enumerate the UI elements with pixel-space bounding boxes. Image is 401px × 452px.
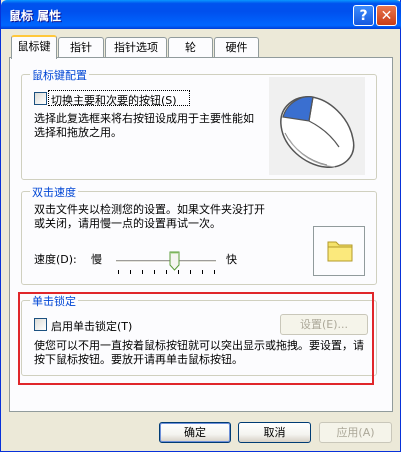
tab-buttons[interactable]: 鼠标键 [11,35,57,59]
slow-label: 慢 [91,253,102,266]
tab-hardware[interactable]: 硬件 [214,37,259,58]
help-icon: ? [359,8,368,24]
tab-pointer-options-label: 指针选项 [114,41,158,54]
button-config-title: 鼠标键配置 [30,67,89,83]
folder-icon [327,241,353,262]
click-lock-checkbox[interactable] [34,318,47,331]
speed-slider-thumb[interactable] [169,251,180,271]
click-lock-title: 单击锁定 [30,293,78,309]
tab-pointers-label: 指针 [70,41,92,54]
double-click-description: 双击文件夹以检测您的设置。如果文件夹没打开或关闭，请用慢一点的设置再试一次。 [34,203,265,230]
slider-tick [142,270,143,274]
click-lock-description: 使您可以不用一直按着鼠标按钮就可以突出显示或拖拽。要设置，请按下鼠标按钮。要放开… [34,339,364,366]
double-click-title: 双击速度 [30,184,78,200]
apply-button[interactable]: 应用(A) [319,422,392,443]
close-icon: ✕ [380,8,393,24]
mouse-icon [280,96,355,168]
test-folder[interactable] [313,226,365,276]
slider-tick [202,270,203,274]
close-button[interactable]: ✕ [376,5,397,26]
tab-wheel-label: 轮 [185,41,196,54]
mouse-properties-window: 鼠标 属性 ? ✕ 鼠标键 指针 指针选项 轮 硬件 鼠标键配置 切换主要和次要… [0,0,401,452]
window-title: 鼠标 属性 [9,9,62,23]
tab-buttons-label: 鼠标键 [17,40,51,53]
slider-tick [214,270,215,274]
slider-tick [130,270,131,274]
slider-tick [154,270,155,274]
click-lock-label[interactable]: 启用单击锁定(T) [51,318,132,334]
switch-buttons-label[interactable]: 切换主要和次要的按钮(S) [51,92,177,108]
button-config-description: 选择此复选框来将右按钮设成用于主要性能如选择和拖放之用。 [34,112,254,139]
tab-wheel[interactable]: 轮 [168,37,213,58]
settings-button-label: 设置(E)... [299,318,349,331]
speed-slider-track[interactable] [116,260,216,263]
cancel-button-label: 取消 [263,426,286,439]
slider-tick [118,270,119,274]
switch-buttons-checkbox[interactable] [34,92,47,105]
ok-button[interactable]: 确定 [159,422,231,443]
speed-label: 速度(D): [34,253,77,266]
slider-tick [166,270,167,274]
apply-button-label: 应用(A) [336,426,375,439]
help-button[interactable]: ? [353,5,374,26]
fast-label: 快 [226,253,237,266]
tab-pointer-options[interactable]: 指针选项 [105,37,167,58]
slider-tick [190,270,191,274]
cancel-button[interactable]: 取消 [238,422,311,443]
mouse-illustration [269,77,365,175]
tab-pointers[interactable]: 指针 [58,37,104,58]
ok-button-label: 确定 [184,426,206,439]
tab-hardware-label: 硬件 [225,41,248,54]
title-bar[interactable]: 鼠标 属性 ? ✕ [1,0,401,29]
click-lock-settings-button[interactable]: 设置(E)... [280,314,368,335]
